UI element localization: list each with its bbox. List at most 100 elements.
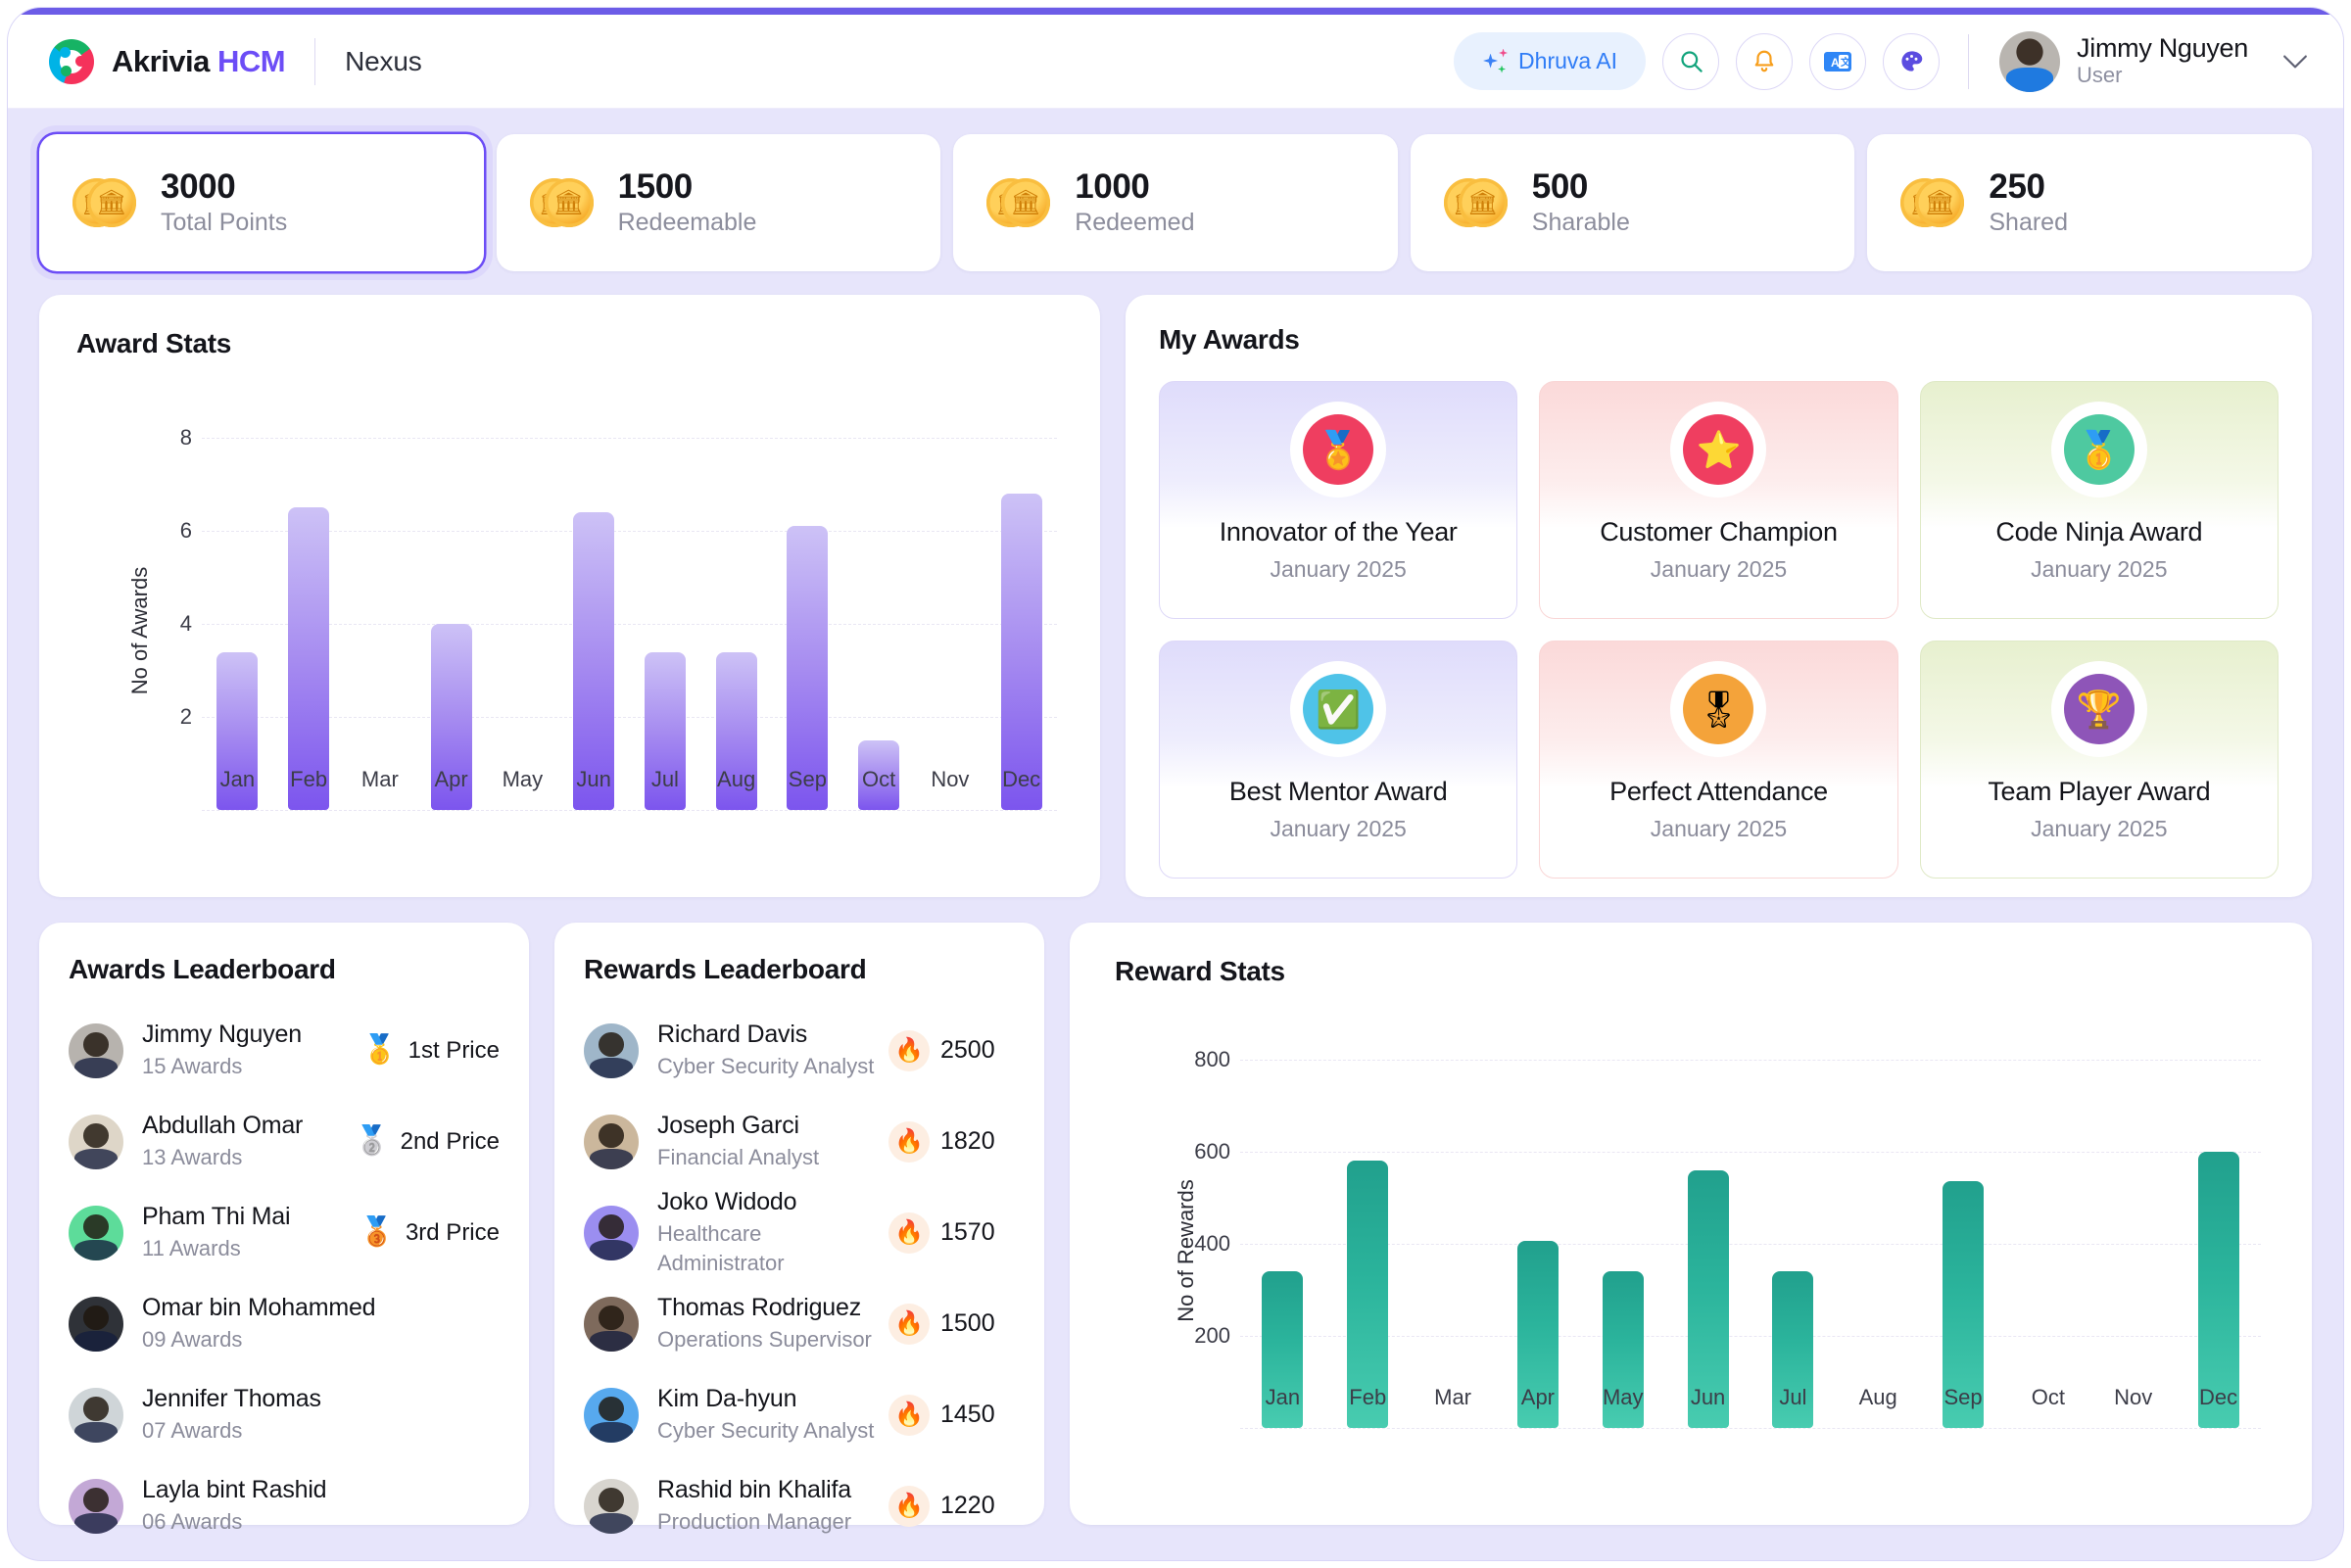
- person-name: Joseph Garci: [657, 1112, 799, 1140]
- avatar: [584, 1205, 639, 1260]
- x-axis-tick: Aug: [1858, 1385, 1897, 1409]
- award-card[interactable]: ✅ Best Mentor Award January 2025: [1159, 641, 1518, 879]
- list-item[interactable]: Layla bint Rashid 06 Awards: [69, 1460, 500, 1551]
- y-axis-tick: 600: [1194, 1138, 1230, 1164]
- stat-value: 1000: [1075, 166, 1150, 206]
- award-card[interactable]: 🎖 Perfect Attendance January 2025: [1539, 641, 1898, 879]
- list-item[interactable]: Joseph Garci Financial Analyst 🔥 1820: [584, 1096, 1015, 1187]
- person-name: Richard Davis: [657, 1021, 808, 1049]
- award-name: Code Ninja Award: [1995, 517, 2203, 546]
- points-value: 2500: [940, 1036, 995, 1064]
- bar-slot[interactable]: [415, 401, 487, 810]
- bar-slot[interactable]: [487, 401, 558, 810]
- brand-name-first: Akrivia: [112, 43, 210, 78]
- brand[interactable]: Akrivia HCM: [49, 38, 286, 84]
- list-item[interactable]: Joko Widodo Healthcare Administrator 🔥 1570: [584, 1187, 1015, 1278]
- x-axis-tick: Sep: [788, 767, 827, 791]
- list-item[interactable]: Omar bin Mohammed 09 Awards: [69, 1278, 500, 1369]
- translate-button[interactable]: A 文: [1809, 32, 1867, 90]
- axis-baseline: [202, 810, 1057, 811]
- bar[interactable]: [288, 507, 330, 810]
- stat-card-redeemed[interactable]: 🏛🏛 1000Redeemed: [953, 134, 1398, 271]
- user-menu[interactable]: Jimmy Nguyen User: [1999, 30, 2308, 92]
- bar-slot[interactable]: [843, 401, 915, 810]
- bar-slot[interactable]: [915, 401, 986, 810]
- akrivia-logo-icon: [49, 38, 94, 84]
- notifications-button[interactable]: [1736, 32, 1794, 90]
- reward-points: 🔥 1500: [888, 1303, 1015, 1345]
- bar[interactable]: [1000, 494, 1042, 810]
- flame-icon: 🔥: [888, 1394, 930, 1436]
- list-item[interactable]: Jimmy Nguyen 15 Awards 🥇 1st Price: [69, 1005, 500, 1096]
- x-axis-tick: May: [1602, 1385, 1644, 1409]
- list-item[interactable]: Pham Thi Mai 11 Awards 🥉 3rd Price: [69, 1187, 500, 1278]
- bar-slot[interactable]: [558, 401, 630, 810]
- awards-leaderboard-list: Jimmy Nguyen 15 Awards 🥇 1st Price Abdullah …: [69, 1005, 500, 1551]
- bar-slot[interactable]: [345, 401, 416, 810]
- bar-slot[interactable]: [772, 401, 843, 810]
- svg-text:A: A: [1831, 56, 1840, 70]
- theme-button[interactable]: [1883, 32, 1941, 90]
- bar-slot[interactable]: [2090, 1022, 2176, 1428]
- list-item[interactable]: Abdullah Omar 13 Awards 🥈 2nd Price: [69, 1096, 500, 1187]
- medal-icon: 🥉: [359, 1216, 395, 1248]
- stat-card-redeemable[interactable]: 🏛🏛 1500Redeemable: [496, 134, 941, 271]
- top-navigation-bar: Akrivia HCM Nexus Dhruva AI A 文 Jimmy Ng…: [8, 8, 2343, 109]
- list-item[interactable]: Rashid bin Khalifa Production Manager 🔥 122…: [584, 1460, 1015, 1551]
- stat-card-total-points[interactable]: 🏛🏛 3000Total Points: [39, 134, 484, 271]
- reward-stats-title: Reward Stats: [1115, 956, 1285, 986]
- bar-slot[interactable]: [1665, 1022, 1751, 1428]
- x-axis-tick: Jun: [576, 767, 611, 791]
- coins-icon: 🏛🏛: [72, 178, 136, 227]
- bar-slot[interactable]: [202, 401, 273, 810]
- list-item[interactable]: Kim Da-hyun Cyber Security Analyst 🔥 1450: [584, 1369, 1015, 1460]
- bar-slot[interactable]: [1325, 1022, 1411, 1428]
- stat-card-sharable[interactable]: 🏛🏛 500Sharable: [1410, 134, 1855, 271]
- reward-stats-card: Reward Stats No of Rewards 200 400 600 800 J…: [1070, 923, 2312, 1525]
- stat-card-shared[interactable]: 🏛🏛 250Shared: [1867, 134, 2312, 271]
- award-badge-icon: 🏅: [1303, 414, 1374, 485]
- points-value: 1820: [940, 1127, 995, 1155]
- bar-slot[interactable]: [2005, 1022, 2090, 1428]
- list-item[interactable]: Richard Davis Cyber Security Analyst 🔥 2500: [584, 1005, 1015, 1096]
- bar-slot[interactable]: [1836, 1022, 1921, 1428]
- bar[interactable]: [573, 512, 615, 810]
- x-axis-labels: Jan Feb Mar Apr May Jun Jul Aug Sep Oct Nov Dec: [1240, 1385, 2261, 1428]
- person-name: Jimmy Nguyen: [142, 1021, 302, 1049]
- stat-label: Sharable: [1531, 208, 1630, 236]
- search-button[interactable]: [1662, 32, 1720, 90]
- x-axis-tick: Nov: [931, 767, 970, 791]
- bar-slot[interactable]: [1495, 1022, 1580, 1428]
- bar-slot[interactable]: [700, 401, 772, 810]
- bar-slot[interactable]: [1751, 1022, 1836, 1428]
- award-card[interactable]: 🏆 Team Player Award January 2025: [1919, 641, 2279, 879]
- awards-leaderboard-card: Awards Leaderboard Jimmy Nguyen 15 Awards…: [39, 923, 529, 1534]
- award-card[interactable]: 🥇 Code Ninja Award January 2025: [1919, 381, 2279, 619]
- bar-slot[interactable]: [2176, 1022, 2261, 1428]
- app-root: Akrivia HCM Nexus Dhruva AI A 文 Jimmy Ng…: [0, 0, 2351, 1568]
- coins-icon: 🏛🏛: [1443, 178, 1508, 227]
- job-title: Healthcare Administrator: [657, 1221, 785, 1275]
- list-item[interactable]: Thomas Rodriguez Operations Supervisor 🔥 15…: [584, 1278, 1015, 1369]
- award-card[interactable]: 🏅 Innovator of the Year January 2025: [1159, 381, 1518, 619]
- bar-slot[interactable]: [1580, 1022, 1665, 1428]
- award-date: January 2025: [1270, 556, 1407, 582]
- flame-icon: 🔥: [888, 1303, 930, 1345]
- award-date: January 2025: [1270, 816, 1407, 841]
- bar-slot[interactable]: [1240, 1022, 1325, 1428]
- bar-slot[interactable]: [1921, 1022, 2006, 1428]
- dhruva-ai-button[interactable]: Dhruva AI: [1454, 32, 1647, 90]
- award-date: January 2025: [1650, 556, 1788, 582]
- axis-baseline: [1240, 1428, 2261, 1429]
- award-card[interactable]: ⭐ Customer Champion January 2025: [1539, 381, 1898, 619]
- award-name: Innovator of the Year: [1219, 517, 1458, 546]
- palette-icon: [1900, 51, 1922, 71]
- bar-slot[interactable]: [985, 401, 1057, 810]
- avatar: [69, 1296, 123, 1352]
- list-item[interactable]: Jennifer Thomas 07 Awards: [69, 1369, 500, 1460]
- award-badge-icon: ⭐: [1683, 414, 1754, 485]
- flame-icon: 🔥: [888, 1029, 930, 1071]
- bar-slot[interactable]: [630, 401, 701, 810]
- bar-slot[interactable]: [1411, 1022, 1496, 1428]
- bar-slot[interactable]: [273, 401, 345, 810]
